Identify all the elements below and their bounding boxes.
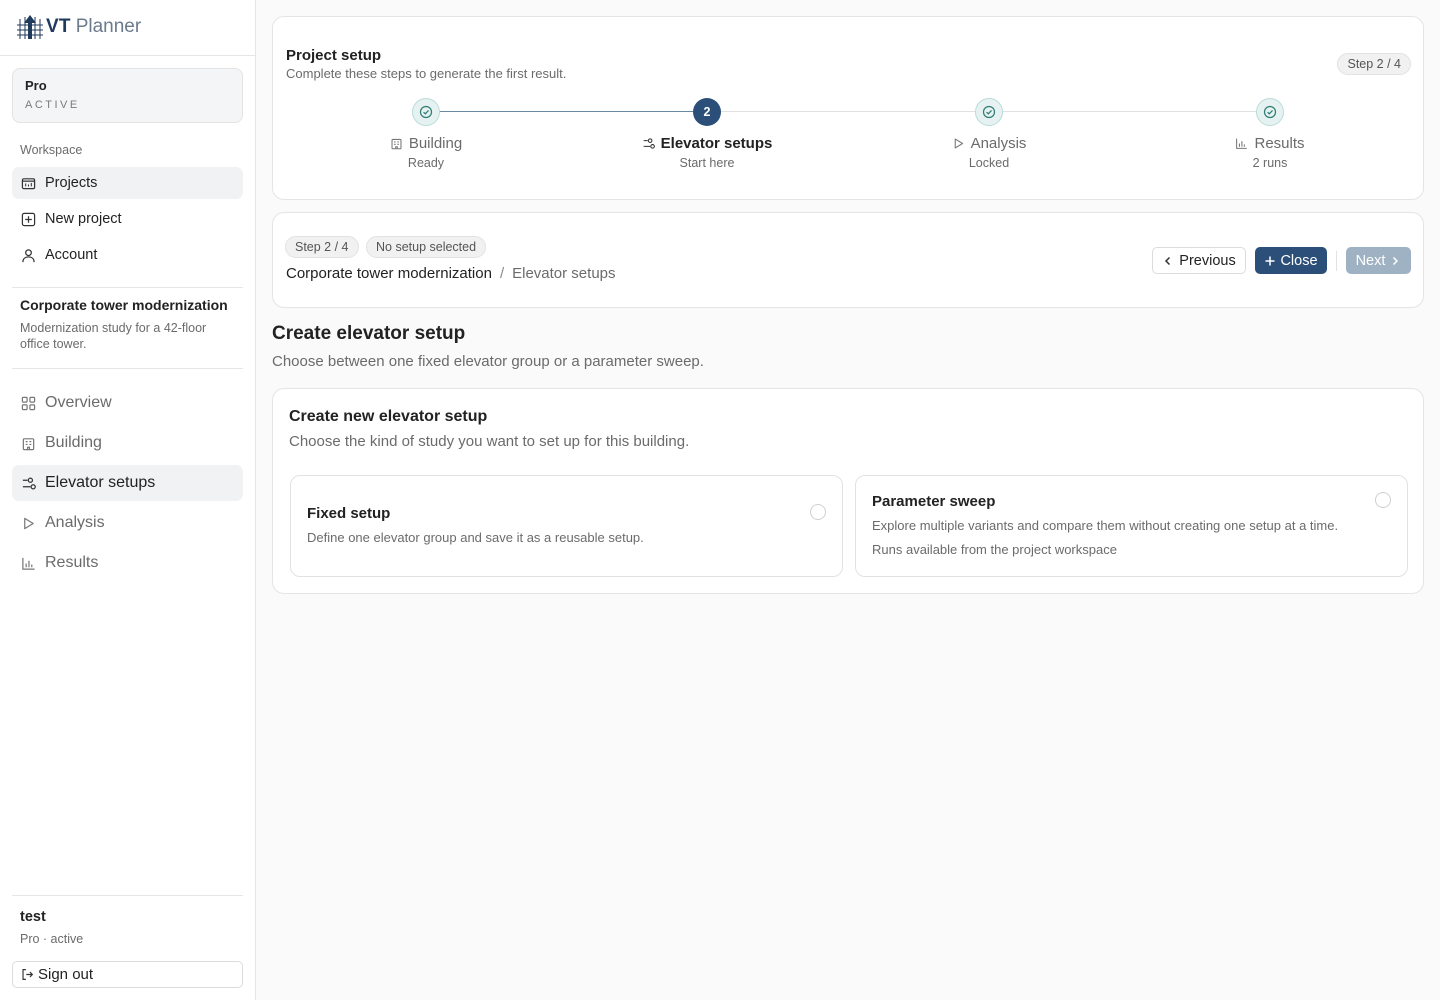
breadcrumb-separator: / [499,265,505,282]
project-description: Modernization study for a 42-floor offic… [20,321,207,351]
step-analysis-status: Locked [968,156,1010,170]
bar-chart-icon [22,557,35,570]
play-icon [954,138,963,149]
option-fixed-setup[interactable]: Fixed setup Define one elevator group an… [290,475,843,577]
vt-logo-icon [17,15,43,39]
project-nav-label: Results [45,554,99,571]
project-nav-label: Elevator setups [45,474,156,491]
building-icon [22,437,35,450]
step-3-indicator[interactable] [975,98,1003,126]
sidebar-item-label: New project [45,211,122,227]
parameter-sweep-radio[interactable] [1375,492,1391,508]
project-nav-label: Overview [45,394,112,411]
project-nav-analysis[interactable]: Analysis [12,505,243,541]
stepper-progress [426,111,708,112]
sidebar-item-new-project[interactable]: New project [12,203,243,235]
step-results-status: 2 runs [1252,156,1288,170]
step-building-status: Ready [407,156,445,170]
sidebar-item-projects[interactable]: Projects [12,167,243,199]
sidebar-divider [12,368,243,369]
user-plan: Pro · active [20,932,84,946]
step-building-label[interactable]: Building [306,135,546,152]
sidebar-divider [12,287,243,288]
create-setup-card: Create new elevator setup Choose the kin… [272,388,1424,594]
option-description: Define one elevator group and save it as… [307,530,644,545]
plan-name: Pro [25,78,47,93]
bar-chart-icon [1236,138,1248,149]
building-icon [391,138,402,150]
page-title: Create elevator setup [272,323,466,344]
brand-vt: VT [46,16,71,37]
breadcrumb: Corporate tower modernization / Elevator… [286,265,616,282]
project-nav-building[interactable]: Building [12,425,243,461]
stepper-track [426,111,1271,112]
step-2-current-indicator[interactable]: 2 [693,98,721,126]
sign-out-icon [22,969,34,980]
folder-icon [21,177,36,189]
close-button[interactable]: Close [1255,247,1327,274]
project-nav-label: Building [45,434,102,451]
chevron-left-icon [1165,256,1171,265]
option-note: Runs available from the project workspac… [872,542,1117,557]
plan-status: ACTIVE [25,99,80,111]
chevron-right-icon [1393,256,1399,265]
option-title: Fixed setup [307,505,391,522]
step-4-indicator[interactable] [1256,98,1284,126]
project-nav-results[interactable]: Results [12,545,243,581]
breadcrumb-current: Elevator setups [512,265,616,282]
create-setup-title: Create new elevator setup [289,408,488,425]
step-results-label[interactable]: Results [1150,135,1390,152]
plus-icon [1265,256,1275,265]
project-nav-elevator-setups[interactable]: Elevator setups [12,465,243,501]
fixed-setup-radio[interactable] [810,504,826,520]
selection-status-badge: No setup selected [366,236,487,258]
step-navigation-card: Step 2 / 4 No setup selected Corporate t… [272,212,1424,308]
project-title: Corporate tower modernization [20,297,228,313]
create-setup-subtitle: Choose the kind of study you want to set… [289,433,690,450]
plus-square-icon [21,212,36,226]
plan-card: Pro ACTIVE [12,68,243,123]
project-setup-card: Project setup Complete these steps to ge… [272,16,1424,200]
step-elevator-setups-label[interactable]: Elevator setups [587,135,827,152]
next-button[interactable]: Next [1346,247,1411,274]
sidebar-item-label: Projects [45,175,98,191]
step-badge: Step 2 / 4 [285,236,359,258]
project-nav-label: Analysis [45,514,105,531]
setup-subtitle: Complete these steps to generate the fir… [286,66,567,81]
sidebar-divider [12,895,243,896]
check-circle-icon [982,105,996,119]
step-1-done-indicator[interactable] [412,98,440,126]
sidebar-item-account[interactable]: Account [12,239,243,271]
sliders-icon [643,138,655,149]
sidebar: VT Planner Pro ACTIVE Workspace Projects… [0,0,256,1000]
option-description: Explore multiple variants and compare th… [872,518,1339,533]
user-icon [22,248,35,262]
play-icon [24,517,34,529]
previous-button[interactable]: Previous [1152,247,1246,274]
grid-icon [21,396,36,410]
brand-planner: Planner [75,16,142,37]
sign-out-button[interactable]: Sign out [12,961,243,988]
check-circle-icon [1263,105,1277,119]
brand-logo[interactable]: VT Planner [16,12,141,42]
sidebar-item-label: Account [45,247,98,263]
page-subtitle: Choose between one fixed elevator group … [272,353,704,370]
step-counter-badge: Step 2 / 4 [1337,53,1411,75]
check-circle-icon [419,105,433,119]
option-parameter-sweep[interactable]: Parameter sweep Explore multiple variant… [855,475,1408,577]
sidebar-divider [0,55,256,56]
step-analysis-label[interactable]: Analysis [869,135,1109,152]
sliders-icon [22,477,36,489]
setup-title: Project setup [286,47,382,64]
workspace-label: Workspace [20,143,83,157]
sign-out-label: Sign out [38,966,94,983]
user-name: test [20,909,46,925]
option-title: Parameter sweep [872,493,996,510]
step-elevator-setups-status: Start here [679,156,735,170]
project-nav-overview[interactable]: Overview [12,385,243,421]
breadcrumb-project[interactable]: Corporate tower modernization [286,265,492,282]
button-separator [1336,251,1337,271]
